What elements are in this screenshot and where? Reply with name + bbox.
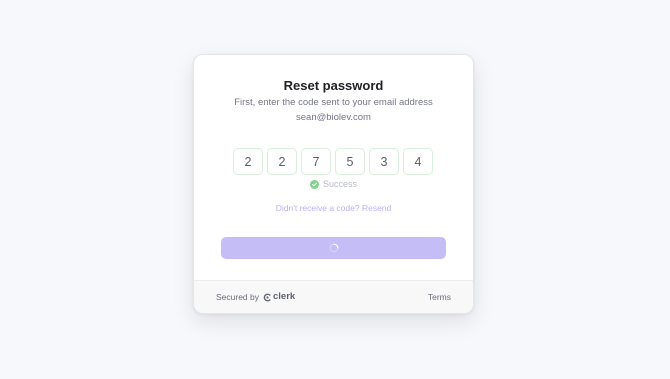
otp-digit-3[interactable]: 7 (301, 148, 331, 175)
continue-button[interactable] (221, 237, 446, 259)
page-title: Reset password (283, 78, 384, 93)
otp-digit-2[interactable]: 2 (267, 148, 297, 175)
otp-digit-6[interactable]: 4 (403, 148, 433, 175)
instruction-text: First, enter the code sent to your email… (234, 97, 433, 108)
otp-status: Success (194, 178, 473, 190)
secured-by-label: Secured by (216, 292, 259, 302)
clerk-logo-icon (263, 293, 271, 301)
reset-password-card: Reset password First, enter the code sen… (193, 54, 474, 314)
spinner-icon (329, 243, 338, 253)
card-footer: Secured by clerk Terms (194, 280, 473, 313)
otp-digit-4[interactable]: 5 (335, 148, 365, 175)
clerk-logo[interactable]: clerk (263, 291, 295, 303)
secured-by: Secured by clerk (216, 291, 295, 303)
check-circle-icon (309, 179, 319, 189)
email-address: sean@biolev.com (296, 112, 371, 123)
otp-digit-5[interactable]: 3 (369, 148, 399, 175)
card-body: Reset password First, enter the code sen… (194, 55, 473, 280)
resend-code-link[interactable]: Didn't receive a code? Resend (194, 203, 473, 214)
otp-input-group: 2 2 7 5 3 4 (233, 148, 433, 175)
clerk-brand-name: clerk (273, 291, 296, 302)
status-text: Success (322, 179, 357, 189)
otp-digit-1[interactable]: 2 (233, 148, 263, 175)
terms-link[interactable]: Terms (428, 291, 451, 303)
